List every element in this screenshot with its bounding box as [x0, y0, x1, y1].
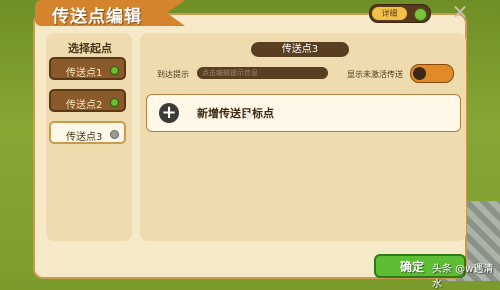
- watermark: 头条 @w遇清水: [432, 264, 494, 290]
- point-name-badge[interactable]: 传送点3: [251, 42, 349, 57]
- show-inactive-label: 显示未激活传送: [347, 70, 403, 79]
- start-point-label: 传送点1: [66, 68, 103, 79]
- detail-status-icon: [414, 8, 427, 21]
- start-point-item[interactable]: 传送点1: [49, 57, 126, 80]
- close-icon[interactable]: ✕: [450, 2, 470, 22]
- status-dot-icon: [110, 130, 119, 139]
- arrive-hint-input[interactable]: 点击编辑提示信息: [197, 67, 328, 79]
- start-point-item[interactable]: 传送点2: [49, 89, 126, 112]
- start-point-label: 传送点3: [66, 132, 103, 143]
- toggle-knob: [413, 67, 426, 80]
- add-target-label: 新增传送目标点: [197, 107, 274, 120]
- start-point-label: 传送点2: [66, 100, 103, 111]
- start-point-heading: 选择起点: [68, 42, 112, 55]
- arrive-hint-label: 到达提示: [157, 70, 189, 79]
- detail-label: 详细: [372, 7, 407, 20]
- show-inactive-toggle[interactable]: [410, 64, 454, 83]
- start-point-item[interactable]: 传送点3: [49, 121, 126, 144]
- plus-icon[interactable]: +: [159, 103, 179, 123]
- detail-toggle[interactable]: 详细: [369, 4, 431, 23]
- window-title: 传送点编辑: [52, 7, 142, 27]
- status-dot-icon: [110, 98, 119, 107]
- add-target-button[interactable]: [146, 94, 461, 132]
- status-dot-icon: [110, 66, 119, 75]
- confirm-label: 确定: [400, 260, 425, 274]
